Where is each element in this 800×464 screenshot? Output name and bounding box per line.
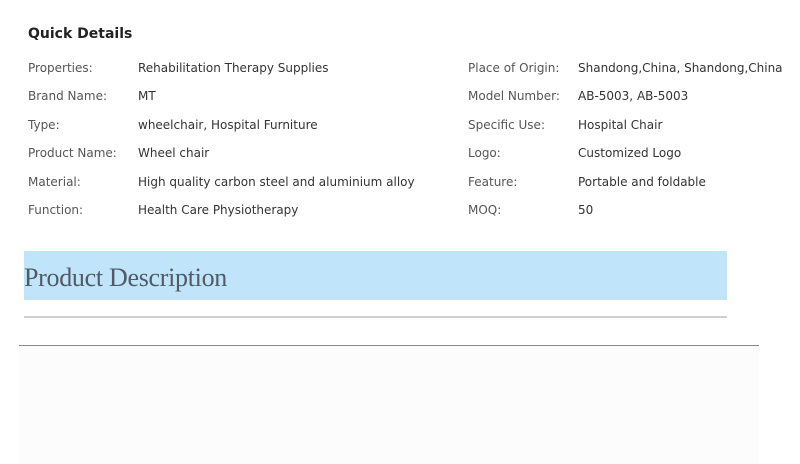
detail-row: Brand Name: MT Model Number: AB-5003, AB…	[28, 85, 768, 113]
detail-row: Type: wheelchair, Hospital Furniture Spe…	[28, 114, 768, 142]
detail-row: Product Name: Wheel chair Logo: Customiz…	[28, 142, 768, 170]
section-divider	[24, 316, 727, 318]
detail-value: Rehabilitation Therapy Supplies	[138, 61, 329, 75]
detail-label: Function:	[28, 202, 84, 217]
detail-label: MOQ:	[468, 202, 502, 217]
detail-label: Properties:	[28, 61, 93, 75]
product-description-banner: Product Description	[24, 251, 727, 300]
detail-label: Specific Use:	[468, 117, 545, 132]
description-content-panel	[19, 346, 759, 464]
detail-value: 50	[578, 202, 594, 217]
detail-value: AB-5003, AB-5003	[578, 89, 689, 104]
quick-details-table: Properties: Rehabilitation Therapy Suppl…	[28, 57, 783, 227]
detail-label: Feature:	[468, 174, 518, 189]
detail-value: wheelchair, Hospital Furniture	[138, 117, 318, 132]
detail-label: Material:	[28, 174, 81, 189]
detail-row: Properties: Rehabilitation Therapy Suppl…	[28, 57, 783, 85]
detail-label: Model Number:	[468, 89, 560, 104]
detail-value: Hospital Chair	[578, 117, 663, 132]
detail-label: Place of Origin:	[468, 61, 560, 75]
detail-row: Function: Health Care Physiotherapy MOQ:…	[28, 199, 768, 227]
detail-value: High quality carbon steel and aluminium …	[138, 174, 415, 189]
detail-value: MT	[138, 89, 156, 104]
product-description-heading: Product Description	[24, 263, 227, 292]
detail-label: Logo:	[468, 146, 501, 161]
detail-value: Wheel chair	[138, 146, 210, 161]
detail-label: Brand Name:	[28, 89, 108, 104]
product-detail-page: Quick Details Properties: Rehabilitation…	[0, 0, 800, 464]
detail-value: Shandong,China, Shandong,China	[578, 61, 783, 75]
detail-value: Portable and foldable	[578, 174, 706, 189]
quick-details-heading: Quick Details	[28, 26, 133, 42]
detail-row: Material: High quality carbon steel and …	[28, 171, 768, 199]
detail-value: Customized Logo	[578, 146, 682, 161]
detail-label: Product Name:	[28, 146, 117, 161]
detail-label: Type:	[28, 117, 60, 132]
detail-value: Health Care Physiotherapy	[138, 202, 299, 217]
